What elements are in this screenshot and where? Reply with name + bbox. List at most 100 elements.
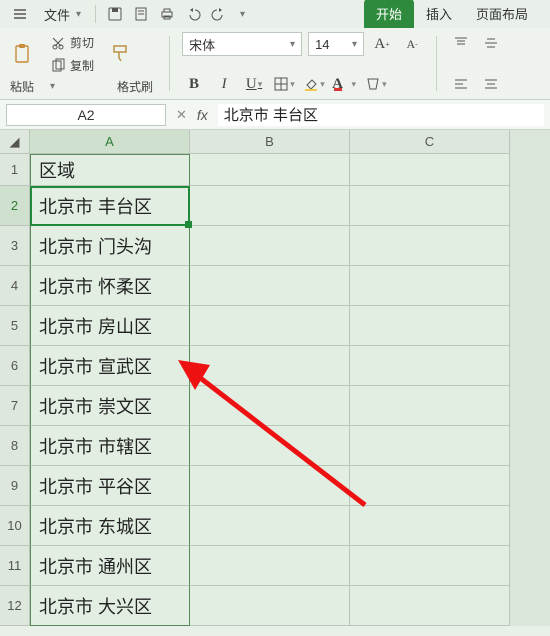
chevron-down-icon[interactable]: ▾ xyxy=(50,81,55,92)
bold-button[interactable]: B xyxy=(182,73,206,95)
clear-format-button[interactable]: ▾ xyxy=(362,73,390,95)
border-button[interactable]: ▾ xyxy=(272,73,296,95)
row-header[interactable]: 2 xyxy=(0,186,30,226)
cancel-icon[interactable]: ✕ xyxy=(176,107,187,123)
fill-color-button[interactable]: ▾ xyxy=(302,73,326,95)
row-header[interactable]: 3 xyxy=(0,226,30,266)
cell[interactable] xyxy=(350,306,510,346)
cell[interactable]: 北京市 通州区 xyxy=(30,546,190,586)
cell[interactable] xyxy=(350,186,510,226)
tab-insert[interactable]: 插入 xyxy=(414,0,464,28)
row-header[interactable]: 1 xyxy=(0,154,30,186)
save-icon[interactable] xyxy=(104,3,126,25)
cell[interactable] xyxy=(190,154,350,186)
underline-button[interactable]: U▾ xyxy=(242,73,266,95)
group-divider xyxy=(436,36,437,91)
italic-button[interactable]: I xyxy=(212,73,236,95)
cell[interactable] xyxy=(190,466,350,506)
file-menu[interactable]: 文件 ▾ xyxy=(38,2,87,27)
cell[interactable] xyxy=(190,506,350,546)
cell[interactable] xyxy=(350,506,510,546)
paste-label[interactable]: 粘贴 xyxy=(6,76,38,97)
col-header-a[interactable]: A xyxy=(30,130,190,154)
cell[interactable] xyxy=(350,346,510,386)
cell[interactable]: 北京市 房山区 xyxy=(30,306,190,346)
formula-input[interactable]: 北京市 丰台区 xyxy=(218,104,544,126)
cell[interactable] xyxy=(190,346,350,386)
cell[interactable]: 北京市 平谷区 xyxy=(30,466,190,506)
chevron-down-icon: ▾ xyxy=(76,9,81,20)
qat-more-icon[interactable]: ▾ xyxy=(240,9,245,20)
select-all-corner[interactable]: ◢ xyxy=(0,130,30,154)
name-box-value: A2 xyxy=(77,107,94,123)
cell[interactable] xyxy=(190,586,350,626)
grid[interactable]: ◢ A B C 1 区域 2 北京市 丰台区 3 北京市 门头沟 4 北京市 怀… xyxy=(0,130,550,626)
cell[interactable]: 北京市 市辖区 xyxy=(30,426,190,466)
cell[interactable] xyxy=(350,466,510,506)
cell[interactable]: 北京市 门头沟 xyxy=(30,226,190,266)
paste-button[interactable] xyxy=(6,39,40,69)
cell[interactable] xyxy=(190,266,350,306)
font-size-select[interactable]: 14 ▾ xyxy=(308,32,364,56)
format-painter-button[interactable] xyxy=(104,40,136,68)
align-left-icon[interactable] xyxy=(449,73,473,95)
cell[interactable]: 北京市 大兴区 xyxy=(30,586,190,626)
format-painter-label: 格式刷 xyxy=(113,76,157,97)
row-header[interactable]: 4 xyxy=(0,266,30,306)
cell[interactable] xyxy=(190,386,350,426)
redo-icon[interactable] xyxy=(208,3,230,25)
row-header[interactable]: 10 xyxy=(0,506,30,546)
cell[interactable] xyxy=(190,226,350,266)
cell[interactable] xyxy=(350,386,510,426)
cell[interactable] xyxy=(350,546,510,586)
tab-page-layout[interactable]: 页面布局 xyxy=(464,0,540,28)
align-center-icon[interactable] xyxy=(479,73,503,95)
menubar: 文件 ▾ ▾ 开始 插入 页面布局 xyxy=(0,0,550,28)
cell[interactable] xyxy=(190,546,350,586)
cell[interactable] xyxy=(190,186,350,226)
row-header[interactable]: 6 xyxy=(0,346,30,386)
tab-start[interactable]: 开始 xyxy=(364,0,414,28)
col-header-c[interactable]: C xyxy=(350,130,510,154)
cell[interactable] xyxy=(190,306,350,346)
align-middle-icon[interactable] xyxy=(479,32,503,54)
font-size-value: 14 xyxy=(315,37,329,52)
row-header[interactable]: 9 xyxy=(0,466,30,506)
cell[interactable]: 区域 xyxy=(30,154,190,186)
name-box[interactable]: A2 xyxy=(6,104,166,126)
increase-font-button[interactable]: A+ xyxy=(370,33,394,55)
undo-icon[interactable] xyxy=(182,3,204,25)
row-header[interactable]: 12 xyxy=(0,586,30,626)
copy-label: 复制 xyxy=(70,57,94,74)
print-icon[interactable] xyxy=(156,3,178,25)
cell[interactable]: 北京市 东城区 xyxy=(30,506,190,546)
divider xyxy=(95,5,96,23)
cell[interactable]: 北京市 崇文区 xyxy=(30,386,190,426)
row-header[interactable]: 11 xyxy=(0,546,30,586)
row-header[interactable]: 8 xyxy=(0,426,30,466)
align-top-icon[interactable] xyxy=(449,32,473,54)
hamburger-icon[interactable] xyxy=(6,3,34,25)
alignment-group xyxy=(449,32,503,95)
fx-icon[interactable]: fx xyxy=(197,107,208,123)
col-header-b[interactable]: B xyxy=(190,130,350,154)
print-preview-icon[interactable] xyxy=(130,3,152,25)
cell-active[interactable]: 北京市 丰台区 xyxy=(30,186,190,226)
cell[interactable] xyxy=(350,154,510,186)
cell[interactable] xyxy=(350,586,510,626)
cell[interactable] xyxy=(350,426,510,466)
font-family-select[interactable]: 宋体 ▾ xyxy=(182,32,302,56)
cut-button[interactable]: 剪切 xyxy=(46,32,98,53)
decrease-font-button[interactable]: A- xyxy=(400,33,424,55)
font-family-value: 宋体 xyxy=(189,35,215,54)
copy-button[interactable]: 复制 xyxy=(46,55,98,76)
row-header[interactable]: 7 xyxy=(0,386,30,426)
cell[interactable] xyxy=(350,226,510,266)
cell[interactable]: 北京市 宣武区 xyxy=(30,346,190,386)
font-color-button[interactable]: A ▾ xyxy=(332,73,356,95)
cell[interactable] xyxy=(190,426,350,466)
formula-value: 北京市 丰台区 xyxy=(224,107,318,124)
row-header[interactable]: 5 xyxy=(0,306,30,346)
cell[interactable]: 北京市 怀柔区 xyxy=(30,266,190,306)
cell[interactable] xyxy=(350,266,510,306)
